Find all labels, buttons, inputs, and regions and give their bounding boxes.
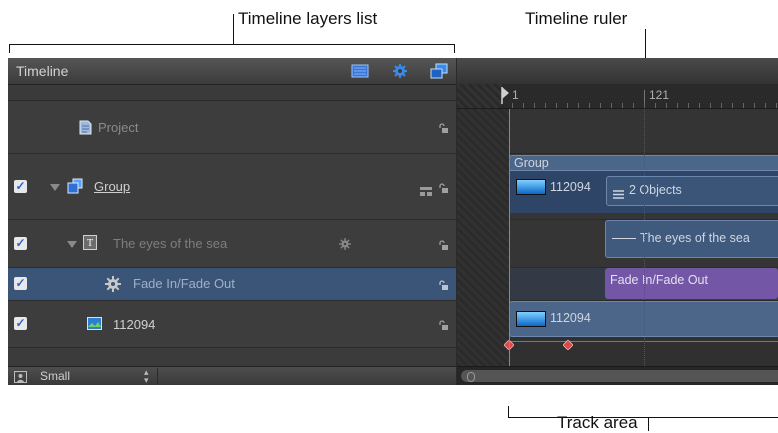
popup-arrows-icon: ▴ ▾ [144, 367, 149, 385]
playhead-icon[interactable] [501, 86, 511, 109]
callout-track-area: Track area [557, 413, 638, 432]
timeline-window: Timeline Project ✓ Group ✓ T The eyes of… [8, 58, 778, 385]
behavior-bar[interactable]: Fade In/Fade Out [605, 268, 778, 299]
layer-name-image: 112094 [113, 317, 156, 332]
group-image-label: 112094 [550, 180, 591, 194]
playhead-line [509, 109, 510, 366]
image-bar-label: 112094 [550, 311, 591, 325]
group-objects-bar[interactable]: 2 Objects [606, 176, 778, 206]
lock-icon[interactable] [438, 181, 448, 193]
filmstrip-view-icon[interactable] [351, 63, 369, 79]
disclosure-triangle-icon[interactable] [67, 241, 77, 248]
layers-icon[interactable] [430, 63, 448, 79]
timeline-track-area: 1 121 Group 112094 2 Objects The eyes of… [457, 58, 778, 385]
layer-checkbox-group[interactable]: ✓ [14, 180, 27, 193]
layer-name-project: Project [98, 120, 139, 135]
layers-bottom-bar: Small ▴ ▾ [8, 366, 456, 385]
layers-spacer [8, 85, 456, 101]
group-objects-label: 2 Objects [629, 183, 682, 197]
lock-icon[interactable] [438, 238, 448, 250]
layer-checkbox-image[interactable]: ✓ [14, 317, 27, 330]
behavior-bar-label: Fade In/Fade Out [610, 273, 708, 287]
image-thumbnail-icon [516, 179, 546, 195]
lock-icon[interactable] [438, 318, 448, 330]
group-options-icon[interactable] [420, 183, 432, 201]
callout-layers-list: Timeline layers list [238, 9, 378, 28]
size-popup-label: Small [40, 369, 71, 383]
layer-checkbox-text[interactable]: ✓ [14, 237, 27, 250]
layer-name-text: The eyes of the sea [113, 236, 228, 251]
disclosure-triangle-icon[interactable] [50, 184, 60, 191]
keyframe-marker-icon[interactable] [562, 337, 574, 355]
project-icon [79, 120, 92, 140]
layer-name-behavior: Fade In/Fade Out [133, 276, 235, 291]
behavior-gear-icon [104, 275, 122, 298]
callout-track-area-bracket-left [508, 406, 509, 418]
callout-ruler: Timeline ruler [525, 9, 628, 28]
layer-row-image[interactable]: ✓ 112094 [8, 301, 456, 348]
group-icon [67, 178, 83, 199]
track-area-hatch [457, 109, 509, 366]
size-popup[interactable]: Small ▴ ▾ [32, 367, 158, 385]
callout-layers-list-stem [233, 14, 234, 45]
callout-track-area-stem [648, 418, 649, 431]
image-icon [87, 317, 102, 335]
timeline-ruler[interactable]: 1 121 [457, 84, 778, 109]
layer-name-group: Group [94, 179, 131, 194]
scrollbar-thumb[interactable] [461, 370, 778, 382]
lock-icon[interactable] [438, 278, 448, 290]
layer-checkbox-behavior[interactable]: ✓ [14, 277, 27, 290]
text-bar-label: The eyes of the sea [640, 231, 750, 245]
behavior-gear-icon [339, 237, 351, 255]
ruler-guide-121 [644, 109, 645, 366]
callout-track-area-bracket [508, 417, 778, 418]
callout-layers-list-bracket [9, 44, 455, 45]
lock-icon[interactable] [438, 121, 448, 133]
ruler-hatch [457, 84, 502, 108]
svg-text:T: T [87, 238, 93, 249]
callout-layers-list-bracket-right [454, 44, 455, 53]
thumbnail-size-icon [14, 370, 27, 385]
callout-layers-list-bracket-left [9, 44, 10, 53]
text-layer-icon: T [83, 235, 97, 255]
ruler-mark-1: 1 [512, 88, 519, 102]
ruler-mark-121: 121 [649, 88, 670, 102]
scroll-handle-icon [467, 372, 475, 382]
image-thumbnail-icon [516, 311, 546, 327]
timeline-header: Timeline [8, 58, 456, 85]
list-icon [613, 186, 624, 204]
text-bar-line [612, 238, 636, 239]
track-area-header [457, 58, 778, 85]
text-bar[interactable]: The eyes of the sea [605, 220, 778, 258]
ruler-minor-ticks [512, 103, 778, 108]
horizontal-scrollbar[interactable] [457, 366, 778, 385]
layer-row-behavior[interactable]: ✓ Fade In/Fade Out [8, 268, 456, 301]
layer-row-project[interactable]: Project [8, 101, 456, 154]
timeline-title: Timeline [16, 63, 69, 79]
layer-row-text[interactable]: ✓ T The eyes of the sea [8, 220, 456, 268]
group-bar-label: Group [514, 156, 549, 170]
timeline-layers-list: Timeline Project ✓ Group ✓ T The eyes of… [8, 58, 456, 385]
layer-row-group[interactable]: ✓ Group [8, 154, 456, 220]
gear-icon[interactable] [391, 63, 409, 79]
